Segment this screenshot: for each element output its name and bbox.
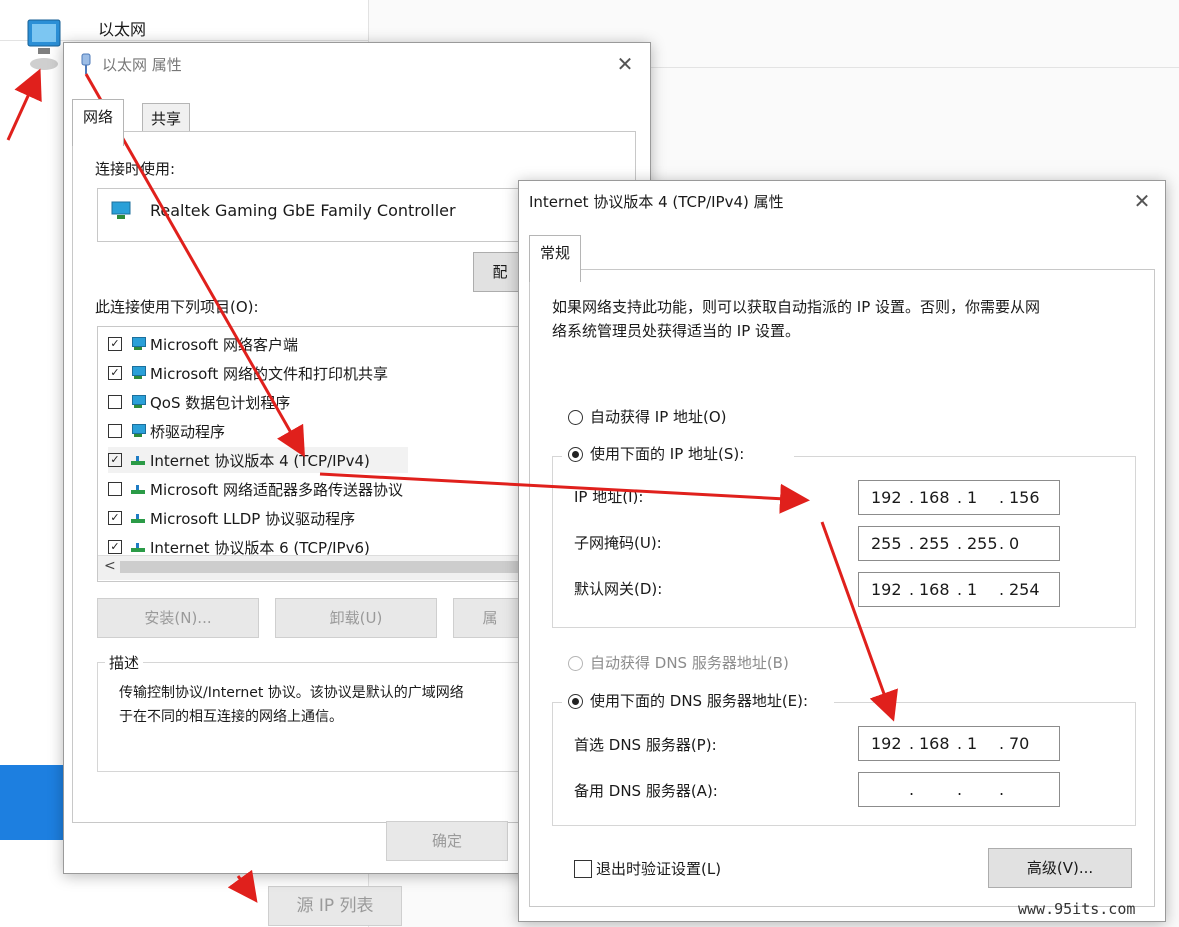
arrow-to-ethernet-icon [6, 68, 42, 141]
tab-general[interactable]: 常规 [529, 235, 582, 282]
arrow-to-dns-field [820, 521, 898, 722]
annotation-arrows [6, 68, 898, 903]
arrow-to-source-ip [227, 869, 258, 903]
arrow-to-ip-fields [319, 472, 810, 514]
tab-network[interactable]: 网络 [72, 99, 125, 146]
